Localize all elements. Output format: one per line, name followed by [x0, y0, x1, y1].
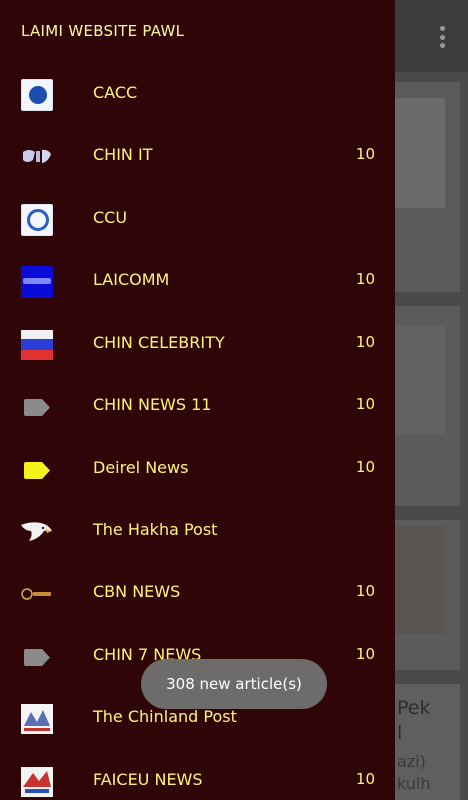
drawer-item-count: 10: [355, 458, 375, 476]
article-meta-fragment: kulh: [397, 774, 431, 793]
new-articles-toast: 308 new article(s): [141, 659, 327, 709]
drawer-item-label: CBN NEWS: [93, 582, 181, 601]
drawer-item-ccu[interactable]: CCU: [0, 188, 395, 250]
drawer-item-count: 10: [355, 333, 375, 351]
article-thumbnail: [395, 326, 445, 434]
drawer-item-chin-news-11[interactable]: CHIN NEWS 11 10: [0, 375, 395, 437]
app-toolbar: [395, 0, 468, 72]
drawer-item-label: The Hakha Post: [93, 520, 218, 539]
drawer-item-deirel-news[interactable]: Deirel News 10: [0, 438, 395, 500]
drawer-item-label: LAICOMM: [93, 270, 170, 289]
drawer-item-label: CCU: [93, 208, 128, 227]
drawer-item-label: CHIN NEWS 11: [93, 395, 212, 414]
chinland-post-logo-icon: [21, 703, 53, 735]
gray-tag-icon: [21, 391, 53, 423]
drawer-title: LAIMI WEBSITE PAWL: [21, 22, 185, 40]
drawer-item-cacc[interactable]: CACC: [0, 63, 395, 125]
drawer-item-count: 10: [355, 582, 375, 600]
drawer-item-count: 10: [355, 770, 375, 788]
drawer-item-count: 10: [355, 645, 375, 663]
drawer-item-label: FAICEU NEWS: [93, 770, 203, 789]
drawer-item-cbn-news[interactable]: CBN NEWS 10: [0, 562, 395, 624]
drawer-item-chin-celebrity[interactable]: CHIN CELEBRITY 10: [0, 313, 395, 375]
ccu-logo-icon: [21, 204, 53, 236]
drawer-item-count: 10: [355, 395, 375, 413]
drawer-item-the-hakha-post[interactable]: The Hakha Post: [0, 500, 395, 562]
article-headline-fragment: Pek: [397, 697, 431, 719]
drawer-item-label: The Chinland Post: [93, 707, 237, 726]
more-options-icon[interactable]: [438, 26, 446, 48]
article-card[interactable]: [395, 520, 460, 670]
drawer-item-laicomm[interactable]: LAICOMM 10: [0, 250, 395, 312]
drawer-item-label: CHIN CELEBRITY: [93, 333, 225, 352]
article-card[interactable]: [395, 306, 460, 506]
chin-it-logo-icon: [21, 141, 53, 173]
faiceu-logo-icon: [21, 766, 53, 798]
drawer-item-faiceu-news[interactable]: FAICEU NEWS 10: [0, 750, 395, 800]
article-meta-fragment: azi): [397, 752, 426, 771]
eagle-icon: [21, 516, 53, 548]
gray-tag-icon: [21, 641, 53, 673]
article-thumbnail: [395, 98, 445, 208]
cacc-logo-icon: [21, 79, 53, 111]
drawer-item-chin-it[interactable]: CHIN IT 10: [0, 125, 395, 187]
article-card[interactable]: [395, 82, 460, 292]
drawer-item-label: CACC: [93, 83, 138, 102]
laicomm-logo-icon: [21, 266, 53, 298]
drawer-item-count: 10: [355, 270, 375, 288]
article-headline-fragment: l: [397, 722, 403, 744]
yellow-tag-icon: [21, 454, 53, 486]
drawer-item-label: CHIN IT: [93, 145, 153, 164]
article-thumbnail: [395, 526, 445, 634]
cbn-logo-icon: [21, 578, 53, 610]
chin-celebrity-flag-icon: [21, 329, 53, 361]
drawer-item-label: Deirel News: [93, 458, 189, 477]
drawer-item-count: 10: [355, 145, 375, 163]
